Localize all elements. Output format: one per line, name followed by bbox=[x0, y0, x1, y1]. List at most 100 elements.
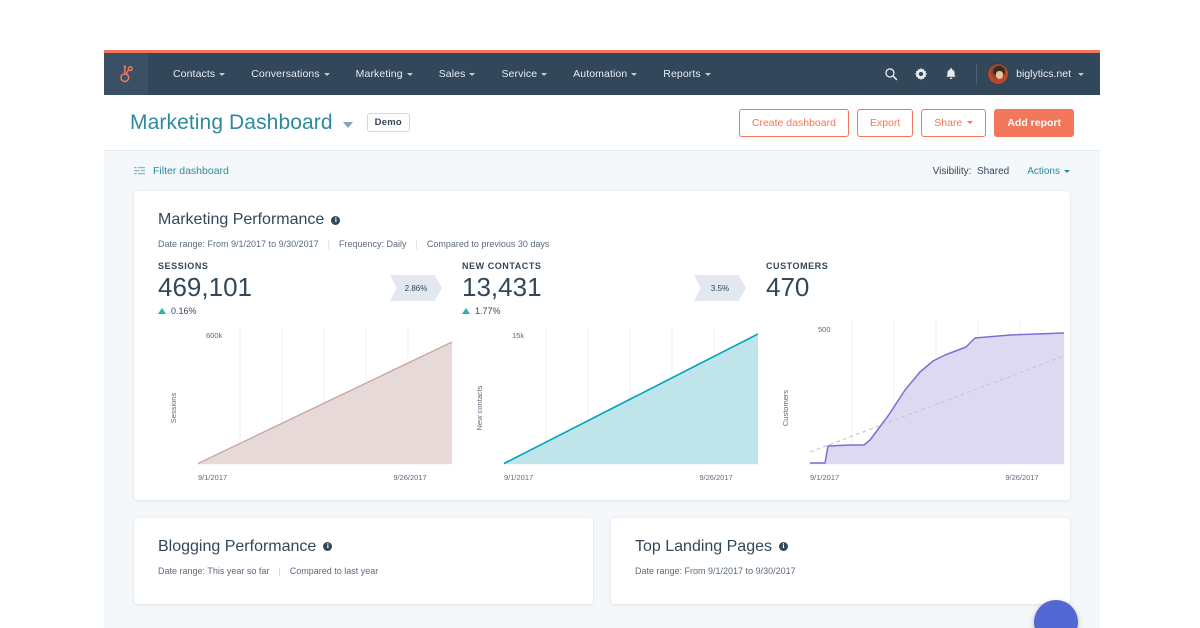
marketing-performance-card: Marketing Performance i Date range: From… bbox=[134, 191, 1070, 500]
metric-customers: CUSTOMERS 470 bbox=[754, 261, 1058, 316]
metric-delta: 1.77% bbox=[462, 306, 754, 316]
nav-menu: Contacts Conversations Marketing Sales S… bbox=[148, 53, 724, 95]
chevron-down-icon bbox=[541, 73, 548, 76]
top-navigation-bar: Contacts Conversations Marketing Sales S… bbox=[104, 53, 1100, 95]
hubspot-sprocket-logo[interactable] bbox=[104, 53, 148, 95]
metrics-row: SESSIONS 469,101 0.16% 2.86% NEW CONTACT… bbox=[146, 249, 1058, 316]
nav-divider bbox=[976, 64, 978, 84]
metric-label: NEW CONTACTS bbox=[462, 261, 542, 271]
customers-y-label: Customers bbox=[781, 389, 790, 426]
nav-item-label: Contacts bbox=[173, 68, 216, 80]
avatar bbox=[987, 63, 1010, 85]
chart-cell-sessions: 600k Sessions 9/1/2017 9/26/2017 bbox=[146, 320, 452, 490]
customers-x-tick-start: 9/1/2017 bbox=[810, 473, 839, 482]
nav-item-conversations[interactable]: Conversations bbox=[238, 53, 342, 95]
nav-item-label: Automation bbox=[573, 68, 628, 80]
charts-row: 600k Sessions 9/1/2017 9/26/2017 15k New… bbox=[146, 316, 1064, 490]
customers-x-tick-end: 9/26/2017 bbox=[1005, 473, 1038, 482]
nav-item-marketing[interactable]: Marketing bbox=[343, 53, 426, 95]
chat-widget-button[interactable] bbox=[1034, 600, 1078, 628]
metric-value: 470 bbox=[766, 272, 810, 302]
filter-bar-right: Visibility: Shared Actions bbox=[933, 166, 1070, 177]
nav-utilities: biglytics.net bbox=[876, 53, 1100, 95]
sessions-y-tick: 600k bbox=[206, 331, 223, 340]
top-landing-pages-card: Top Landing Pages i Date range: From 9/1… bbox=[611, 517, 1070, 604]
add-report-button[interactable]: Add report bbox=[994, 108, 1074, 137]
blogging-performance-card: Blogging Performance i Date range: This … bbox=[134, 517, 593, 604]
new-contacts-x-tick-start: 9/1/2017 bbox=[504, 473, 533, 482]
nav-item-label: Reports bbox=[663, 68, 701, 80]
dashboard-title-bar: Marketing Dashboard Demo Create dashboar… bbox=[104, 95, 1100, 151]
search-icon[interactable] bbox=[876, 53, 906, 95]
filter-dashboard-control[interactable]: Filter dashboard bbox=[134, 165, 229, 177]
meta-divider: | bbox=[278, 565, 281, 576]
chevron-down-icon bbox=[219, 73, 226, 76]
account-name: biglytics.net bbox=[1016, 68, 1071, 80]
chevron-down-icon bbox=[631, 73, 638, 76]
visibility-label: Visibility: bbox=[932, 165, 972, 177]
card-meta: Date range: From 9/1/2017 to 9/30/2017 |… bbox=[146, 239, 1058, 249]
export-button[interactable]: Export bbox=[856, 108, 914, 137]
gear-icon[interactable] bbox=[906, 53, 936, 95]
info-icon[interactable]: i bbox=[323, 542, 333, 552]
frequency-text: Frequency: Daily bbox=[338, 239, 407, 249]
sessions-y-label: Sessions bbox=[169, 392, 178, 423]
nav-item-label: Service bbox=[501, 68, 538, 80]
create-dashboard-button[interactable]: Create dashboard bbox=[738, 108, 849, 137]
nav-item-automation[interactable]: Automation bbox=[560, 53, 650, 95]
share-button[interactable]: Share bbox=[921, 108, 987, 137]
card-title: Blogging Performance i bbox=[146, 538, 581, 556]
chevron-down-icon bbox=[967, 121, 974, 124]
conversion-badge-new-contacts: 3.5% bbox=[694, 275, 746, 301]
conversion-badge-sessions: 2.86% bbox=[390, 275, 442, 301]
card-title-text: Top Landing Pages bbox=[635, 537, 772, 555]
card-title-text: Marketing Performance bbox=[158, 211, 325, 228]
nav-item-label: Marketing bbox=[355, 68, 403, 80]
dashboard-selector-chevron-down-icon[interactable] bbox=[342, 121, 353, 128]
customers-y-tick: 500 bbox=[818, 325, 831, 334]
meta-divider: | bbox=[327, 239, 330, 249]
chevron-down-icon bbox=[1064, 169, 1070, 173]
chevron-down-icon bbox=[406, 73, 413, 76]
new-contacts-chart: 15k New contacts 9/1/2017 9/26/2017 bbox=[464, 320, 758, 490]
filter-icon bbox=[134, 166, 145, 174]
new-contacts-x-tick-end: 9/26/2017 bbox=[699, 473, 732, 482]
nav-item-sales[interactable]: Sales bbox=[426, 53, 489, 95]
chevron-down-icon bbox=[469, 73, 476, 76]
date-range-text: Date range: From 9/1/2017 to 9/30/2017 bbox=[158, 239, 319, 249]
visibility-value: Shared bbox=[976, 165, 1010, 177]
metric-delta: 0.16% bbox=[158, 306, 450, 316]
date-range-text: Date range: This year so far bbox=[158, 565, 270, 576]
chevron-down-icon bbox=[704, 73, 711, 76]
metric-sessions: SESSIONS 469,101 0.16% 2.86% bbox=[146, 261, 450, 316]
chevron-down-icon bbox=[1078, 73, 1084, 76]
date-range-text: Date range: From 9/1/2017 to 9/30/2017 bbox=[635, 565, 796, 576]
actions-menu[interactable]: Actions bbox=[1027, 166, 1070, 177]
metric-label: SESSIONS bbox=[158, 261, 209, 271]
card-meta: Date range: This year so far | Compared … bbox=[146, 566, 581, 576]
info-icon[interactable]: i bbox=[331, 215, 341, 225]
info-icon[interactable]: i bbox=[779, 542, 788, 552]
actions-label: Actions bbox=[1027, 165, 1060, 177]
account-menu[interactable]: biglytics.net bbox=[987, 63, 1084, 85]
app-window: Contacts Conversations Marketing Sales S… bbox=[104, 50, 1100, 628]
nav-item-contacts[interactable]: Contacts bbox=[160, 53, 238, 95]
meta-divider: | bbox=[415, 239, 418, 249]
customers-chart: 500 Customers 9/1/2017 9/26/2017 bbox=[770, 319, 1064, 490]
card-title: Top Landing Pages i bbox=[623, 538, 1058, 556]
screenshot-root: Contacts Conversations Marketing Sales S… bbox=[0, 0, 1200, 628]
filter-bar: Filter dashboard Visibility: Shared Acti… bbox=[104, 151, 1100, 191]
nav-item-service[interactable]: Service bbox=[488, 53, 560, 95]
share-button-label: Share bbox=[934, 116, 963, 129]
metric-delta-value: 0.16% bbox=[171, 305, 197, 316]
chart-cell-new-contacts: 15k New contacts 9/1/2017 9/26/2017 bbox=[452, 320, 758, 490]
dashboard-actions: Create dashboard Export Share Add report bbox=[738, 108, 1074, 137]
comparison-text: Compared to last year bbox=[289, 565, 379, 576]
arrow-up-icon bbox=[158, 307, 166, 314]
comparison-text: Compared to previous 30 days bbox=[426, 239, 550, 249]
nav-item-reports[interactable]: Reports bbox=[650, 53, 723, 95]
nav-item-label: Conversations bbox=[251, 68, 320, 80]
bell-icon[interactable] bbox=[936, 53, 966, 95]
chevron-down-icon bbox=[323, 73, 330, 76]
new-contacts-y-label: New contacts bbox=[475, 385, 484, 430]
